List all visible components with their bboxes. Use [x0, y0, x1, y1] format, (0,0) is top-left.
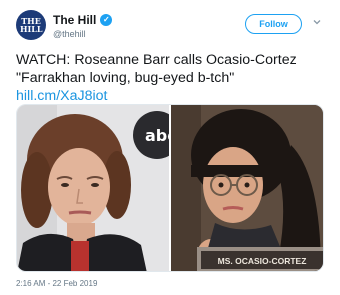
chevron-down-icon[interactable] [313, 18, 321, 26]
timestamp[interactable]: 2:16 AM - 22 Feb 2019 [16, 279, 97, 288]
tweet-link[interactable]: hill.cm/XaJ8iot [16, 87, 331, 105]
nameplate-text: MS. OCASIO-CORTEZ [218, 256, 307, 266]
photo-ocasio-cortez[interactable]: MS. OCASIO-CORTEZ [171, 105, 323, 271]
avatar[interactable]: THE HILL [16, 10, 46, 40]
photo-roseanne-barr[interactable]: abc [17, 105, 169, 271]
follow-button[interactable]: Follow [245, 14, 302, 34]
tweet-header: THE HILL The Hill ✓ @thehill Follow [16, 10, 331, 46]
tweet-text-line: WATCH: Roseanne Barr calls Ocasio-Cortez [16, 52, 297, 68]
avatar-text: THE HILL [20, 16, 43, 34]
display-name[interactable]: The Hill [53, 13, 96, 27]
tweet-media[interactable]: abc [16, 104, 324, 272]
photo-left-illustration: abc [17, 105, 169, 271]
tweet-text-line: "Farrakhan loving, bug-eyed b-tch" [16, 70, 235, 86]
verified-badge-icon: ✓ [100, 14, 113, 26]
photo-right-illustration: MS. OCASIO-CORTEZ [171, 105, 323, 271]
handle[interactable]: @thehill [53, 29, 86, 39]
backdrop-logo-text: abc [145, 126, 169, 145]
tweet-text: WATCH: Roseanne Barr calls Ocasio-Cortez… [16, 51, 331, 105]
name-row: The Hill ✓ [53, 13, 113, 27]
